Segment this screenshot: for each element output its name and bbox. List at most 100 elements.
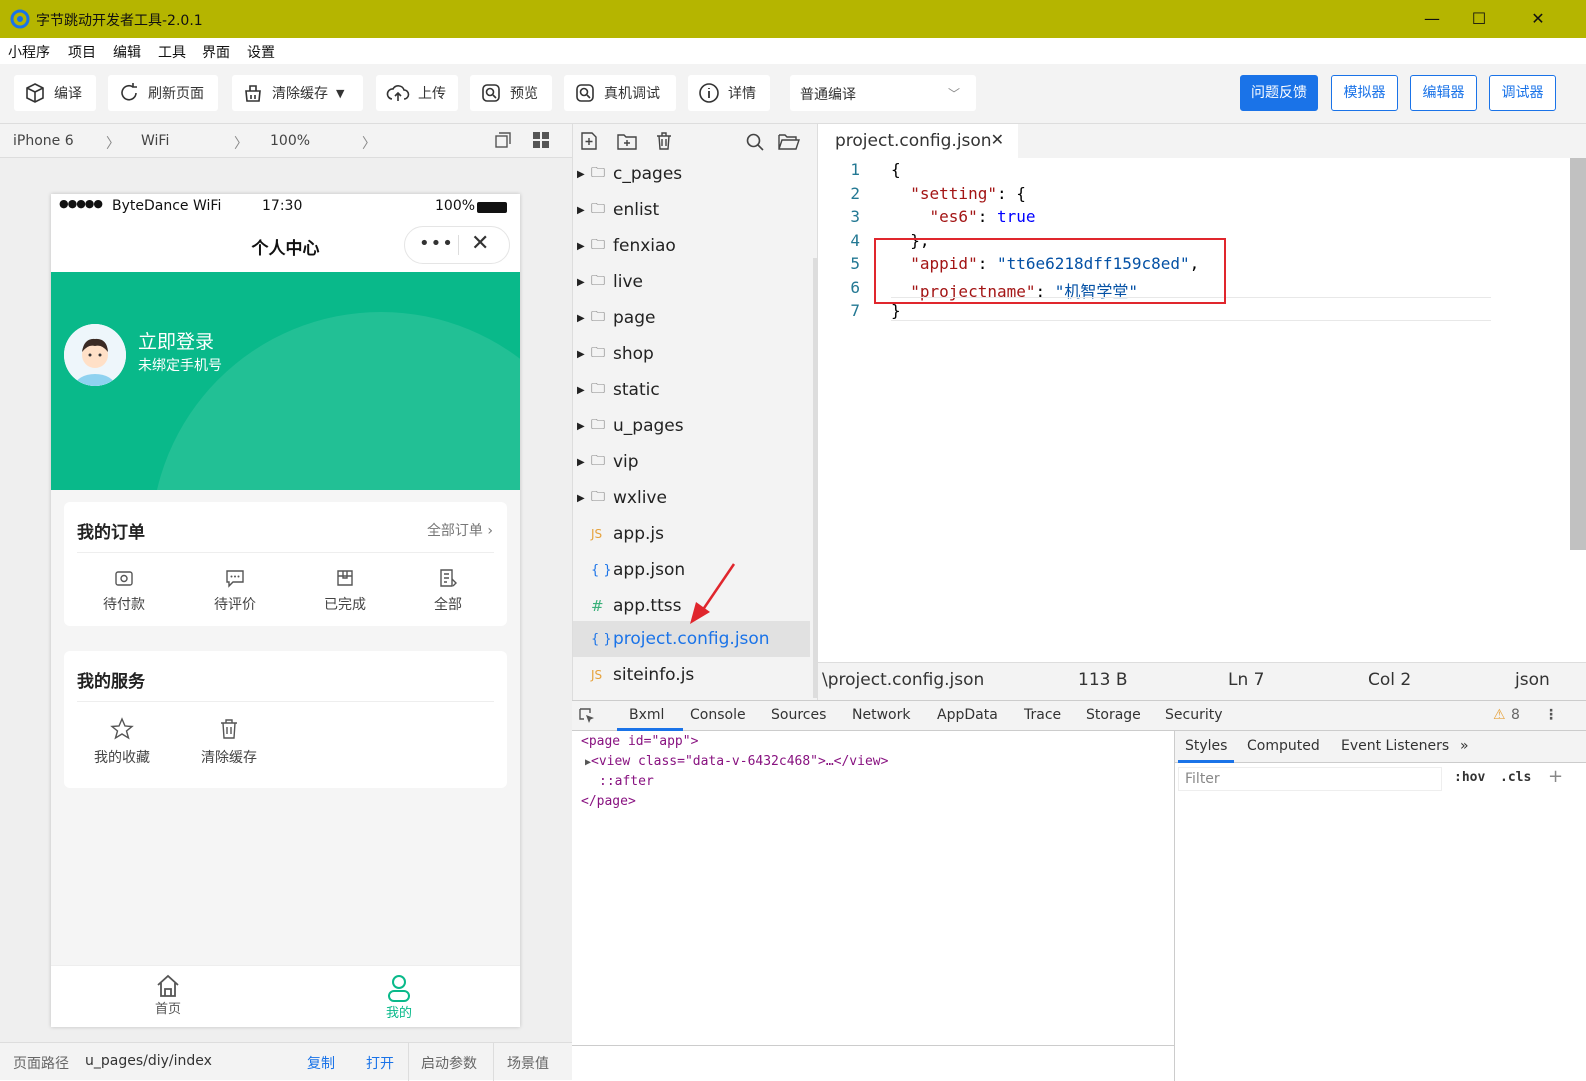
menu-settings[interactable]: 设置 (247, 42, 275, 62)
all-orders-link[interactable]: 全部订单 › (427, 520, 493, 540)
popout-icon[interactable] (494, 131, 512, 153)
hover-state-toggle[interactable]: :hov (1454, 770, 1485, 785)
tab-event-listeners[interactable]: Event Listeners (1341, 738, 1449, 754)
order-all[interactable]: 全部 (403, 568, 493, 614)
tab-storage[interactable]: Storage (1086, 707, 1141, 723)
tree-folder[interactable]: ▶ 🗀 c_pages (573, 156, 810, 192)
order-pending-review[interactable]: 待评价 (190, 568, 280, 614)
dom-node-after[interactable]: ::after (599, 774, 654, 789)
menu-tools[interactable]: 工具 (158, 42, 186, 62)
status-language[interactable]: json (1515, 670, 1550, 690)
tab-network[interactable]: Network (852, 707, 910, 723)
dom-text: <page id="app"> (581, 734, 699, 749)
code-area[interactable]: 1 2 3 4 5 6 7 { "setting": { "es6": true… (818, 158, 1586, 663)
dom-node-view[interactable]: ▶<view class="data-v-6432c468">…</view> (585, 754, 888, 769)
tab-home[interactable]: 首页 (128, 974, 208, 1017)
tree-folder[interactable]: ▶ 🗀 u_pages (573, 408, 810, 444)
tree-folder[interactable]: ▶ 🗀 fenxiao (573, 228, 810, 264)
login-link[interactable]: 立即登录 (138, 327, 214, 354)
simulator-toggle-button[interactable]: 模拟器 (1331, 75, 1398, 111)
more-options-icon[interactable]: ⋮ (1544, 707, 1558, 723)
line-number: 4 (850, 231, 860, 250)
tab-bxml[interactable]: Bxml (629, 707, 664, 723)
menu-project[interactable]: 项目 (68, 42, 96, 62)
tree-folder[interactable]: ▶ 🗀 vip (573, 444, 810, 480)
preview-button[interactable]: 预览 (470, 75, 552, 111)
service-favorites[interactable]: 我的收藏 (77, 717, 167, 767)
close-icon[interactable]: ✕ (471, 231, 489, 256)
tree-file[interactable]: JS app.js (573, 516, 810, 552)
line-number: 7 (850, 301, 860, 320)
menu-edit[interactable]: 编辑 (113, 42, 141, 62)
editor-scrollbar[interactable] (1570, 158, 1586, 550)
order-pending-payment[interactable]: 待付款 (79, 568, 169, 614)
tree-folder[interactable]: ▶ 🗀 wxlive (573, 480, 810, 516)
network-select[interactable]: WiFi (141, 133, 169, 149)
tab-computed[interactable]: Computed (1247, 738, 1320, 754)
grid-icon[interactable] (532, 131, 550, 153)
compile-mode-select[interactable]: 普通编译 ﹀ (790, 75, 976, 111)
maximize-button[interactable]: ☐ (1467, 8, 1491, 30)
tab-styles[interactable]: Styles (1185, 738, 1227, 754)
upload-button[interactable]: 上传 (376, 75, 458, 111)
tree-file[interactable]: JS siteinfo.js (573, 657, 810, 693)
close-window-button[interactable]: ✕ (1526, 8, 1550, 30)
search-icon[interactable] (745, 132, 765, 152)
editor-tab[interactable]: project.config.json ✕ (818, 124, 1018, 158)
more-tabs-icon[interactable]: » (1460, 738, 1469, 754)
tree-folder[interactable]: ▶ 🗀 static (573, 372, 810, 408)
details-button[interactable]: 详情 (688, 75, 770, 111)
tab-appdata[interactable]: AppData (937, 707, 998, 723)
capsule-divider (458, 235, 459, 255)
feedback-button[interactable]: 问题反馈 (1240, 75, 1318, 111)
copy-path-button[interactable]: 复制 (307, 1053, 335, 1073)
tab-trace[interactable]: Trace (1024, 707, 1061, 723)
class-toggle[interactable]: .cls (1500, 770, 1531, 785)
js-file-icon: JS (591, 527, 603, 541)
new-folder-icon[interactable] (616, 131, 638, 151)
open-path-button[interactable]: 打开 (366, 1053, 394, 1073)
scene-value-button[interactable]: 场景值 (507, 1053, 549, 1073)
tree-file-selected[interactable]: { } project.config.json (573, 621, 810, 657)
expand-arrow-icon: ▶ (577, 168, 585, 180)
debugger-toggle-button[interactable]: 调试器 (1489, 75, 1556, 111)
styles-filter-input[interactable]: Filter (1178, 767, 1442, 791)
zoom-select[interactable]: 100% (270, 133, 310, 149)
menu-view[interactable]: 界面 (202, 42, 230, 62)
tree-folder[interactable]: ▶ 🗀 page (573, 300, 810, 336)
order-completed[interactable]: 已完成 (300, 568, 390, 614)
open-folder-icon[interactable] (777, 132, 801, 152)
delete-icon[interactable] (654, 131, 674, 151)
tree-folder[interactable]: ▶ 🗀 live (573, 264, 810, 300)
compile-button[interactable]: 编译 (14, 75, 96, 111)
warning-count[interactable]: 8 (1511, 707, 1520, 723)
clear-cache-button[interactable]: 清除缓存 ▼ (232, 75, 363, 111)
tree-folder[interactable]: ▶ 🗀 enlist (573, 192, 810, 228)
remote-debug-button[interactable]: 真机调试 (564, 75, 676, 111)
menu-miniprogram[interactable]: 小程序 (8, 42, 50, 62)
minimize-button[interactable]: — (1420, 8, 1444, 30)
device-select[interactable]: iPhone 6 (13, 133, 74, 149)
editor-status-bar: \project.config.json 113 B Ln 7 Col 2 js… (818, 662, 1586, 700)
cube-icon (26, 83, 44, 103)
launch-params-button[interactable]: 启动参数 (421, 1053, 477, 1073)
inspect-element-icon[interactable] (578, 707, 596, 725)
new-file-icon[interactable] (579, 131, 599, 151)
more-icon[interactable]: ••• (419, 233, 454, 254)
tree-folder[interactable]: ▶ 🗀 shop (573, 336, 810, 372)
add-rule-icon[interactable]: + (1548, 766, 1563, 787)
dom-node-page[interactable]: <page id="app"> (581, 734, 698, 749)
close-tab-icon[interactable]: ✕ (991, 130, 1004, 149)
tab-security[interactable]: Security (1165, 707, 1223, 723)
tab-sources[interactable]: Sources (771, 707, 826, 723)
editor-toggle-button[interactable]: 编辑器 (1410, 75, 1477, 111)
folder-icon: 🗀 (591, 273, 605, 289)
refresh-button[interactable]: 刷新页面 (108, 75, 218, 111)
line-number: 3 (850, 207, 860, 226)
tab-mine-label: 我的 (385, 1006, 412, 1021)
avatar[interactable] (64, 324, 126, 386)
service-clear-cache[interactable]: 清除缓存 (184, 717, 274, 767)
tab-console[interactable]: Console (690, 707, 746, 723)
divider (493, 1043, 494, 1081)
tab-mine[interactable]: 我的 (359, 974, 439, 1021)
